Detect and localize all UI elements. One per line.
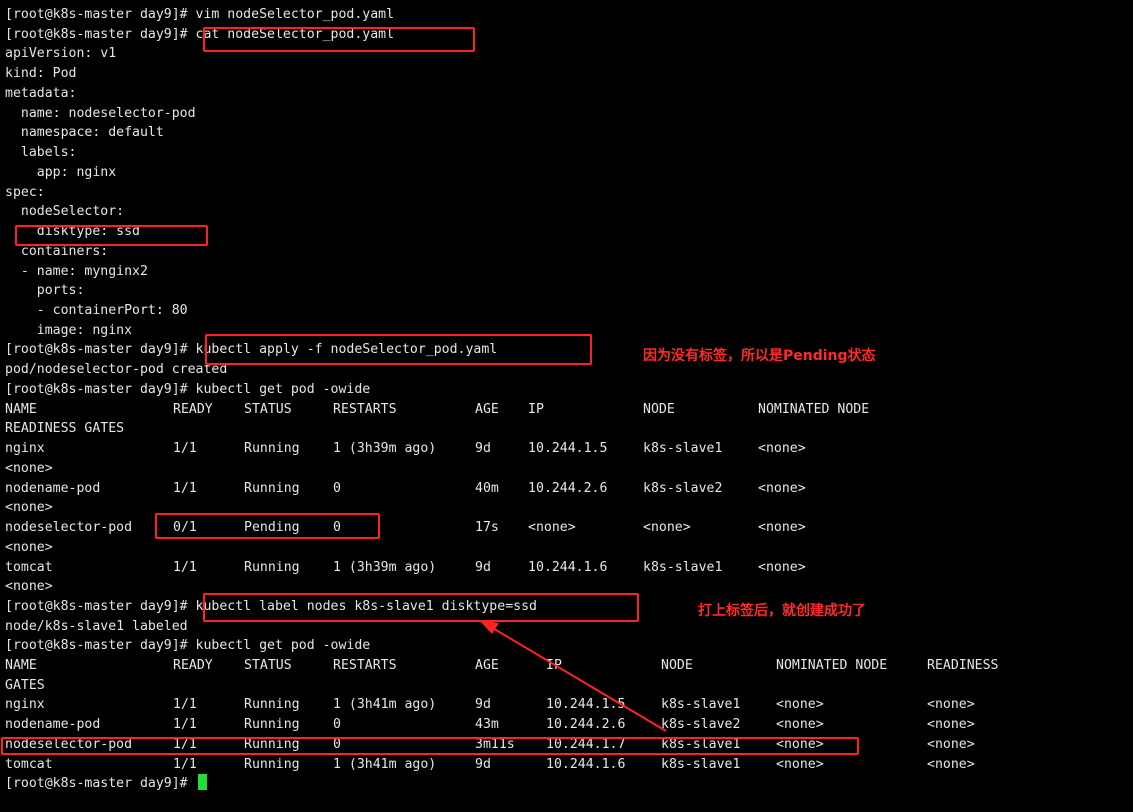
annotation-arrow xyxy=(479,620,667,732)
arrow-line xyxy=(490,626,667,732)
terminal-window[interactable]: [root@k8s-master day9]# vim nodeSelector… xyxy=(0,0,1133,812)
arrow-head xyxy=(479,620,499,634)
pending-note: 因为没有标签，所以是Pending状态 xyxy=(643,348,876,364)
success-note: 打上标签后，就创建成功了 xyxy=(698,603,866,619)
